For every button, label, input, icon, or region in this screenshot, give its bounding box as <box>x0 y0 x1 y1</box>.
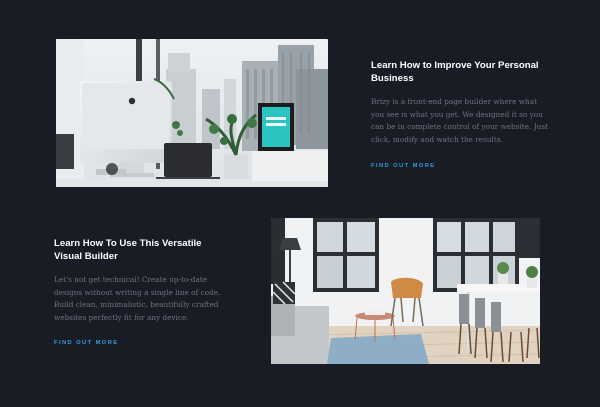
feature-1-description: Brizy is a front-end page builder where … <box>371 97 548 144</box>
feature-2-cta-link[interactable]: FIND OUT MORE <box>54 340 119 346</box>
page: Learn How to Improve Your Personal Busin… <box>0 0 600 407</box>
office-desk-illustration <box>56 39 328 187</box>
living-room-illustration <box>271 218 540 364</box>
living-room-image <box>271 218 540 364</box>
feature-1-title: Learn How to Improve Your Personal Busin… <box>371 60 539 84</box>
feature-2-title: Learn How To Use This Versatile Visual B… <box>54 238 202 262</box>
office-desk-image <box>56 39 328 187</box>
feature-2-text: Learn How To Use This Versatile Visual B… <box>54 237 232 349</box>
feature-1-text: Learn How to Improve Your Personal Busin… <box>371 59 551 172</box>
feature-1-cta-link[interactable]: FIND OUT MORE <box>371 163 436 169</box>
feature-2-description: Let's not get technical! Create up-to-da… <box>54 275 221 322</box>
